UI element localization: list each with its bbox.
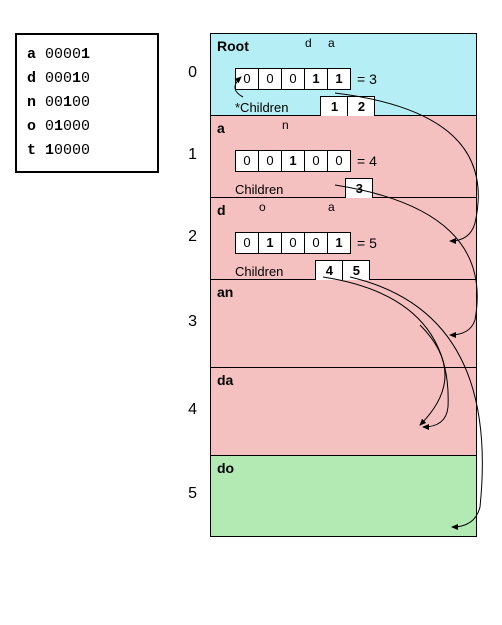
bit-cell: 1 [259,233,282,253]
child-cell: 4 [316,261,343,281]
bit-cell: 0 [282,233,305,253]
node-do: do [211,456,476,536]
bits-row: 00011= 3 [235,68,470,90]
bits-sum: = 4 [357,153,377,169]
diagram-root: a 00001d 00010n 00100o 01000t 10000 0123… [15,15,487,610]
node-da: da [211,368,476,456]
bit-header: a [328,36,335,50]
node-title: Root [217,38,470,54]
bits-sum: = 5 [357,235,377,251]
bits-cells: 00011 [235,68,351,90]
index-label: 3 [177,313,197,331]
node-title: d [217,202,470,218]
children-row: *Children 12 [235,96,470,118]
index-label: 2 [177,228,197,246]
legend-box: a 00001d 00010n 00100o 01000t 10000 [15,33,159,173]
node-root: Rootda00011= 3*Children12 [211,34,476,116]
index-label: 4 [177,401,197,419]
bits-cells: 00100 [235,150,351,172]
children-label: Children [235,182,283,197]
legend-row: a 00001 [27,43,147,67]
children-cells: 12 [320,96,375,118]
children-row: Children 3 [235,178,470,200]
node-title: da [217,372,470,388]
bit-cell: 1 [305,69,328,89]
node-d: doa01001= 5Children45 [211,198,476,280]
node-title: an [217,284,470,300]
bit-cell: 0 [236,151,259,171]
legend-row: n 00100 [27,91,147,115]
bit-header: n [282,118,289,132]
bit-cell: 0 [328,151,350,171]
bit-cell: 0 [236,233,259,253]
index-label: 1 [177,146,197,164]
legend-row: d 00010 [27,67,147,91]
node-column: Rootda00011= 3*Children12an00100= 4Child… [210,33,477,537]
bit-cell: 0 [305,151,328,171]
node-a: an00100= 4Children3 [211,116,476,198]
bits-row: 01001= 5 [235,232,470,254]
bit-header: a [328,200,335,214]
legend-row: o 01000 [27,115,147,139]
bit-header: o [259,200,266,214]
bit-cell: 1 [328,233,350,253]
bit-cell: 0 [259,151,282,171]
children-cells: 45 [315,260,370,282]
bit-cell: 0 [236,69,259,89]
child-cell: 3 [346,179,372,199]
children-label: Children [235,264,283,279]
legend-row: t 10000 [27,139,147,163]
index-label: 5 [177,485,197,503]
bits-sum: = 3 [357,71,377,87]
bit-cell: 1 [282,151,305,171]
bit-header: d [305,36,312,50]
child-cell: 2 [348,97,374,117]
children-cells: 3 [345,178,373,200]
bit-cell: 1 [328,69,350,89]
bit-cell: 0 [305,233,328,253]
node-title: a [217,120,470,136]
bits-row: 00100= 4 [235,150,470,172]
child-cell: 5 [343,261,369,281]
bits-cells: 01001 [235,232,351,254]
bit-cell: 0 [259,69,282,89]
index-label: 0 [177,64,197,82]
bit-cell: 0 [282,69,305,89]
child-cell: 1 [321,97,348,117]
children-label: *Children [235,100,288,115]
node-an: an [211,280,476,368]
node-title: do [217,460,470,476]
children-row: Children 45 [235,260,470,282]
